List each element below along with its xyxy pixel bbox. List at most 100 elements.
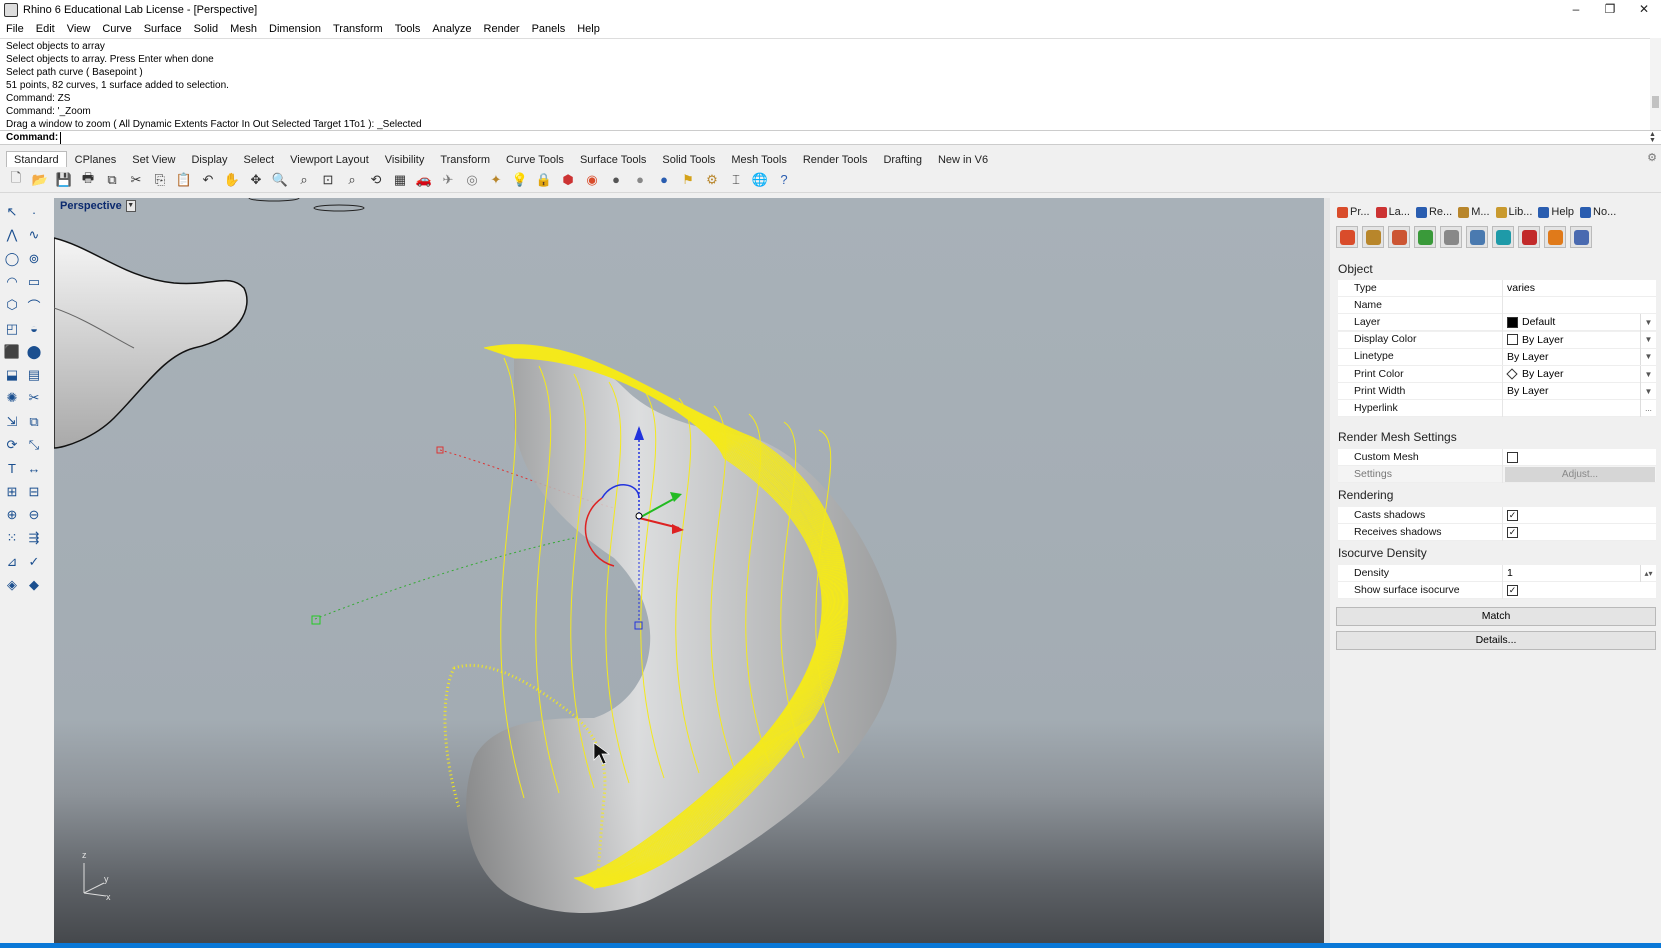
boolean-icon[interactable]: ⬤ <box>24 343 44 361</box>
cut-icon[interactable]: ✂ <box>126 171 146 189</box>
menu-help[interactable]: Help <box>577 23 600 35</box>
menu-curve[interactable]: Curve <box>102 23 131 35</box>
polygon-icon[interactable]: ⬡ <box>2 296 22 314</box>
tab-solid-tools[interactable]: Solid Tools <box>654 151 723 167</box>
undo-icon[interactable]: ↶ <box>198 171 218 189</box>
prop-value-cell[interactable] <box>1503 297 1656 314</box>
curve-piping-icon[interactable] <box>1544 226 1566 248</box>
dropdown-arrow-icon[interactable]: ▼ <box>1640 348 1656 366</box>
match-button[interactable]: Match <box>1336 607 1656 626</box>
model-canvas[interactable] <box>54 198 1324 943</box>
copy-tool-icon[interactable]: ⧉ <box>24 413 44 431</box>
prop-value-cell[interactable]: Default ▼ <box>1503 313 1656 331</box>
restore-button[interactable]: ❐ <box>1593 0 1627 20</box>
dropdown-arrow-icon[interactable]: ▼ <box>1640 331 1656 349</box>
rectangle-icon[interactable]: ▭ <box>24 273 44 291</box>
select-arrow-icon[interactable]: ↖ <box>2 203 22 221</box>
toolbar-gear-icon[interactable]: ⚙ <box>1647 151 1657 164</box>
tab-transform[interactable]: Transform <box>432 151 498 167</box>
tab-display[interactable]: Display <box>183 151 235 167</box>
minimize-button[interactable]: – <box>1559 0 1593 20</box>
displacement-icon[interactable] <box>1440 226 1462 248</box>
shaded-sphere-icon[interactable]: ● <box>606 171 626 189</box>
thickness-icon[interactable] <box>1518 226 1540 248</box>
hyperlink-browse-button[interactable]: ... <box>1640 399 1656 417</box>
tab-drafting[interactable]: Drafting <box>875 151 930 167</box>
arc-icon[interactable]: ◠ <box>2 273 22 291</box>
tab-visibility[interactable]: Visibility <box>377 151 433 167</box>
dropdown-arrow-icon[interactable]: ▼ <box>1640 382 1656 400</box>
panel-tab-render[interactable]: Re... <box>1413 204 1455 220</box>
new-file-icon[interactable]: 🗋 <box>6 170 26 189</box>
menu-file[interactable]: File <box>6 23 24 35</box>
menu-dimension[interactable]: Dimension <box>269 23 321 35</box>
join-icon[interactable]: ⊕ <box>2 506 22 524</box>
rotate-view-icon[interactable]: ✥ <box>246 171 266 189</box>
split-icon[interactable]: ⊖ <box>24 506 44 524</box>
perspective-viewport[interactable]: Perspective ▼ z y x <box>54 198 1324 943</box>
scrollbar-thumb[interactable] <box>1652 96 1659 108</box>
prop-value-cell[interactable]: varies <box>1503 280 1656 297</box>
dropdown-arrow-icon[interactable]: ▼ <box>1640 365 1656 383</box>
object-properties-icon[interactable]: ✦ <box>486 171 506 189</box>
flag-icon[interactable]: ⚑ <box>678 171 698 189</box>
prop-value-cell[interactable]: By Layer ▼ <box>1503 331 1656 349</box>
open-icon[interactable]: 📂 <box>30 171 50 189</box>
edge-softening-icon[interactable] <box>1466 226 1488 248</box>
layers-icon[interactable]: ⬢ <box>558 171 578 189</box>
surface-loft-icon[interactable]: ◒ <box>24 320 44 338</box>
tab-set-view[interactable]: Set View <box>124 151 183 167</box>
menu-mesh[interactable]: Mesh <box>230 23 257 35</box>
viewport-title[interactable]: Perspective ▼ <box>56 198 140 214</box>
decal-icon[interactable] <box>1414 226 1436 248</box>
cap-icon[interactable] <box>1570 226 1592 248</box>
copy-icon[interactable]: ⎘ <box>150 171 170 189</box>
prop-value-cell[interactable]: By Layer ▼ <box>1503 348 1656 366</box>
ellipse-icon[interactable]: ⊚ <box>24 250 44 268</box>
fillet-icon[interactable]: ⌒ <box>24 296 44 314</box>
explode-icon[interactable]: ✺ <box>2 389 22 407</box>
shut-lining-icon[interactable] <box>1492 226 1514 248</box>
analyze-icon[interactable]: ⊿ <box>2 553 22 571</box>
panel-tab-properties[interactable]: Pr... <box>1334 204 1373 220</box>
menu-transform[interactable]: Transform <box>333 23 383 35</box>
tab-standard[interactable]: Standard <box>6 151 67 167</box>
mesh-icon[interactable]: ▤ <box>24 366 44 384</box>
prop-value-cell[interactable]: By Layer ▼ <box>1503 365 1656 383</box>
zoom-icon[interactable]: 🔍 <box>270 171 290 189</box>
menu-edit[interactable]: Edit <box>36 23 55 35</box>
adjust-button[interactable]: Adjust... <box>1505 466 1655 482</box>
light-tool-icon[interactable]: ◆ <box>24 576 44 594</box>
save-icon[interactable]: 💾 <box>54 171 74 189</box>
tab-viewport-layout[interactable]: Viewport Layout <box>282 151 377 167</box>
custom-mesh-checkbox[interactable] <box>1507 451 1518 463</box>
circle-icon[interactable]: ◯ <box>2 250 22 268</box>
zoom-extents-icon[interactable]: ⊡ <box>318 171 338 189</box>
panel-tab-libraries[interactable]: Lib... <box>1493 204 1536 220</box>
plane-icon[interactable]: ✈ <box>438 171 458 189</box>
dimension-tool-icon[interactable]: ↔ <box>24 459 44 477</box>
command-input[interactable] <box>60 131 1561 144</box>
object-props-icon[interactable] <box>1336 226 1358 248</box>
history-scrollbar[interactable] <box>1650 38 1661 130</box>
grid-array-icon[interactable]: ⁙ <box>2 529 22 547</box>
prop-value-cell[interactable]: By Layer ▼ <box>1503 382 1656 400</box>
render-sphere-icon[interactable]: ● <box>654 171 674 189</box>
texture-icon[interactable] <box>1388 226 1410 248</box>
print-icon[interactable]: 🖶 <box>78 170 98 189</box>
zoom-window-icon[interactable]: ⌕ <box>294 171 314 189</box>
color-wheel-icon[interactable]: ◉ <box>582 171 602 189</box>
zoom-selected-icon[interactable]: ⌕ <box>342 171 362 189</box>
tab-new-in-v6[interactable]: New in V6 <box>930 151 996 167</box>
tab-mesh-tools[interactable]: Mesh Tools <box>723 151 794 167</box>
polyline-icon[interactable]: ⋀ <box>2 226 22 244</box>
close-button[interactable]: ✕ <box>1627 0 1661 20</box>
panel-tab-notifications[interactable]: No... <box>1577 204 1619 220</box>
import-icon[interactable]: ⧉ <box>102 171 122 189</box>
move-icon[interactable]: ⇲ <box>2 413 22 431</box>
panel-tab-help[interactable]: Help <box>1535 204 1577 220</box>
pan-icon[interactable]: ✋ <box>222 171 242 189</box>
extrude-icon[interactable]: ⬓ <box>2 366 22 384</box>
menu-surface[interactable]: Surface <box>144 23 182 35</box>
text-icon[interactable]: T <box>2 459 22 477</box>
